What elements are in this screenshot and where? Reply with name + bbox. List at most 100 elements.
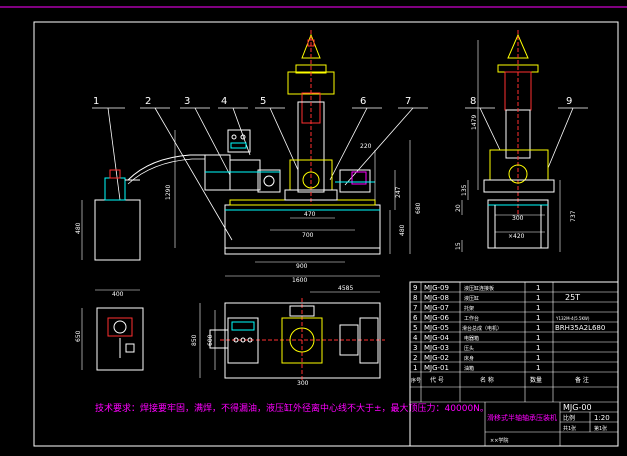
cad-drawing-canvas: 1 2 3 4 5 6 7 1290 470 700 900 1600 220 …: [0, 6, 627, 447]
svg-text:1: 1: [536, 294, 540, 302]
dim-700: 700: [302, 232, 314, 239]
svg-text:Y132M-4(5.5KW): Y132M-4(5.5KW): [555, 316, 590, 321]
dim-1479: 1479: [471, 115, 478, 130]
parts-table: 9 MJG-09 液压缸连接板 1 8 MJG-08 液压缸 1 25T 7 M…: [409, 281, 619, 447]
drawing-title: 滑移式半轴轴承压装机: [487, 413, 557, 422]
front-view: 1 2 3 4 5 6 7 1290 470 700 900 1600 220 …: [75, 30, 428, 298]
svg-text:液压缸连接板: 液压缸连接板: [464, 285, 494, 292]
dim-300-side: 300: [512, 215, 524, 222]
svg-text:MJG-01: MJG-01: [424, 364, 449, 372]
svg-text:MJG-08: MJG-08: [424, 294, 449, 302]
svg-text:25T: 25T: [565, 293, 580, 302]
svg-text:油箱: 油箱: [464, 365, 474, 372]
technical-requirements: 技术要求：焊接要牢固，满焊，不得漏油，液压缸外径离中心线不大于±，最大顶压力：4…: [95, 402, 489, 414]
dim-4585: 4585: [338, 285, 353, 292]
svg-text:MJG-06: MJG-06: [424, 314, 450, 322]
table-row: 8 MJG-08 液压缸 1 25T: [413, 293, 580, 302]
svg-text:床身: 床身: [464, 355, 474, 362]
dim-220: 220: [360, 143, 372, 150]
svg-text:1: 1: [536, 334, 540, 342]
callout-2: 2: [145, 96, 151, 107]
scale-value: 1:20: [594, 414, 610, 422]
svg-text:MJG-04: MJG-04: [424, 334, 450, 342]
dim-900: 900: [296, 263, 308, 270]
svg-text:1: 1: [536, 314, 540, 322]
side-view: 8 9 1479 135 20 15 300 ×420 737: [455, 30, 588, 252]
dim-420-side: ×420: [508, 233, 525, 240]
school-name: ××学院: [490, 437, 508, 444]
svg-text:1: 1: [536, 364, 540, 372]
svg-text:5: 5: [413, 324, 417, 332]
svg-text:MJG-09: MJG-09: [424, 284, 449, 292]
svg-text:1: 1: [413, 364, 417, 372]
dim-737: 737: [570, 210, 577, 222]
svg-text:1: 1: [536, 324, 540, 332]
table-row: 3 MJG-03 压头 1: [413, 344, 540, 352]
dim-20: 20: [455, 204, 462, 212]
sheet-count: 共1张: [563, 425, 576, 432]
svg-text:4: 4: [413, 334, 418, 342]
dim-480: 480: [399, 224, 406, 236]
svg-text:名 称: 名 称: [480, 376, 494, 384]
dim-470: 470: [304, 211, 316, 218]
callout-9: 9: [566, 96, 572, 107]
svg-text:3: 3: [413, 344, 417, 352]
svg-text:备 注: 备 注: [575, 376, 589, 384]
table-row: 9 MJG-09 液压缸连接板 1: [413, 284, 540, 292]
table-row: 4 MJG-04 电器箱 1: [413, 334, 540, 342]
machine-bed: [224, 199, 381, 255]
callout-8: 8: [470, 96, 476, 107]
dim-850: 850: [191, 334, 198, 346]
scale-label: 比例: [563, 414, 575, 422]
svg-text:1: 1: [536, 354, 540, 362]
svg-text:电器箱: 电器箱: [464, 335, 479, 342]
dim-680: 680: [415, 202, 422, 214]
electric-box: [227, 129, 251, 153]
dim-247: 247: [395, 186, 402, 198]
table-row: 7 MJG-07 托架 1: [413, 304, 540, 312]
svg-text:7: 7: [413, 304, 417, 312]
callout-6: 6: [360, 96, 366, 107]
svg-text:1: 1: [536, 304, 540, 312]
hydraulic-column: [284, 30, 338, 205]
dim-15: 15: [455, 242, 462, 250]
sheet-number: 第1张: [594, 425, 607, 432]
svg-text:数量: 数量: [530, 376, 542, 384]
dim-tank-400: 400: [112, 291, 124, 298]
dim-tank-480: 480: [75, 222, 82, 234]
dim-600: 600: [207, 334, 214, 346]
callout-5: 5: [260, 96, 266, 107]
dim-300-plan: 300: [297, 380, 309, 387]
table-row: 6 MJG-06 工作台 1 Y132M-4(5.5KW): [413, 314, 590, 322]
svg-text:BRH35A2L680: BRH35A2L680: [555, 324, 605, 332]
svg-text:2: 2: [413, 354, 417, 362]
callout-7: 7: [405, 96, 411, 107]
svg-text:序号: 序号: [411, 377, 421, 384]
svg-text:MJG-07: MJG-07: [424, 304, 449, 312]
press-head: [204, 154, 281, 193]
callout-4: 4: [221, 96, 227, 107]
svg-text:工作台: 工作台: [464, 315, 479, 322]
dim-1290: 1290: [165, 185, 172, 200]
drawing-number: MJG-00: [563, 403, 592, 412]
table-row: 1 MJG-01 油箱 1: [413, 364, 540, 372]
table-header: 序号 代 号 名 称 数量 备 注: [411, 376, 589, 384]
svg-text:MJG-05: MJG-05: [424, 324, 449, 332]
svg-text:代 号: 代 号: [430, 376, 444, 384]
svg-text:8: 8: [413, 294, 417, 302]
svg-text:液压缸: 液压缸: [464, 295, 479, 302]
svg-text:压头: 压头: [464, 345, 474, 352]
svg-text:MJG-02: MJG-02: [424, 354, 449, 362]
plan-view: 4585 850 600 300 650: [75, 285, 385, 387]
svg-text:9: 9: [413, 284, 417, 292]
callout-3: 3: [184, 96, 190, 107]
svg-text:6: 6: [413, 314, 418, 322]
table-row: 5 MJG-05 滑台总成（电机） 1 BRH35A2L680: [413, 324, 605, 332]
dim-tank-650: 650: [75, 330, 82, 342]
table-row: 2 MJG-02 床身 1: [413, 354, 540, 362]
svg-text:托架: 托架: [464, 305, 474, 312]
callout-1: 1: [93, 96, 99, 107]
dim-135: 135: [461, 184, 468, 196]
svg-text:1: 1: [536, 284, 540, 292]
svg-text:1: 1: [536, 344, 540, 352]
